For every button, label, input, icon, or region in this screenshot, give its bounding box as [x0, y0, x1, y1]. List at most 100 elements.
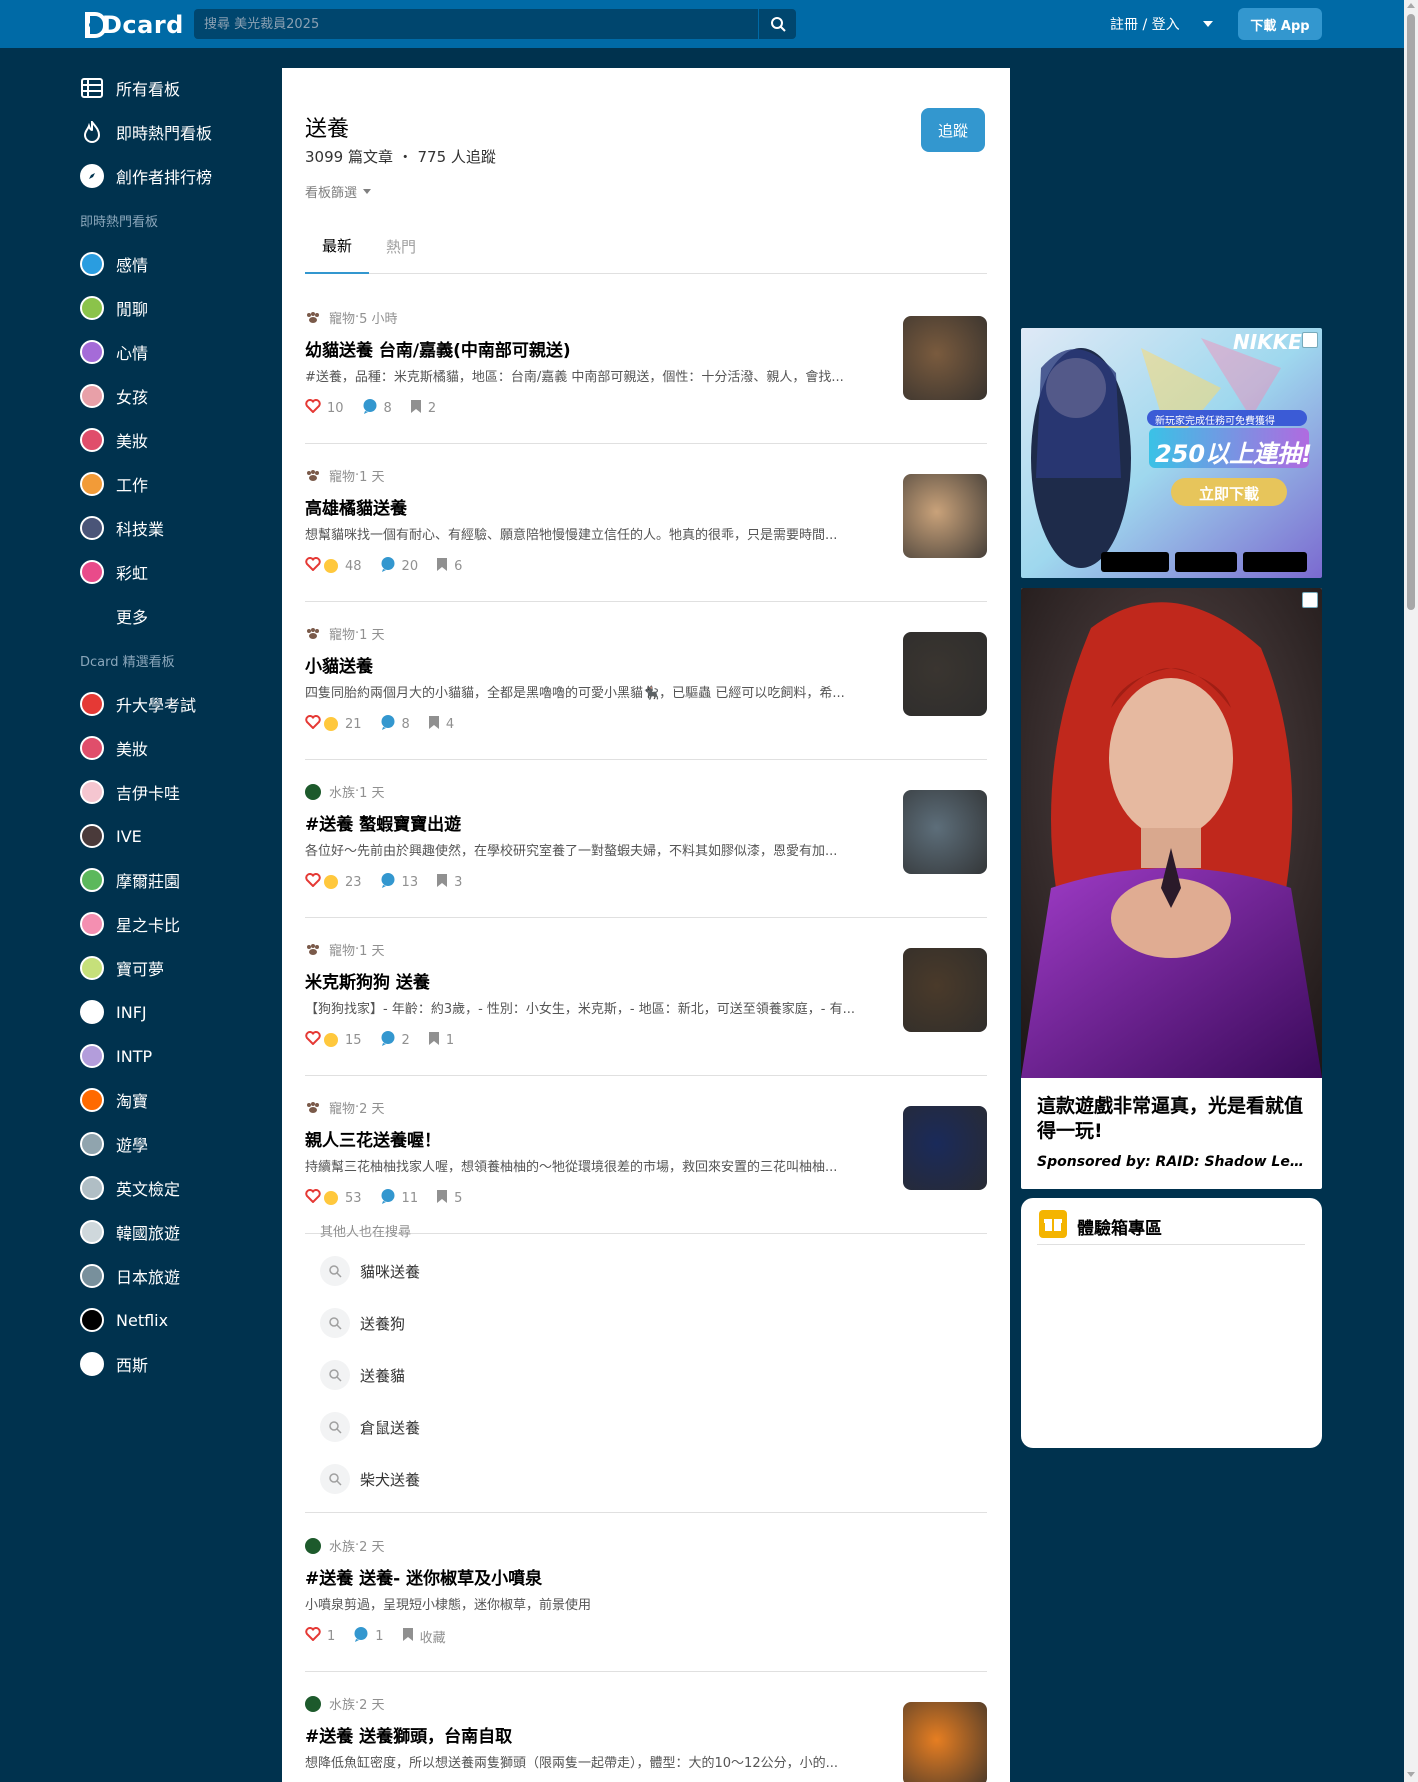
- bookmark-count[interactable]: 6: [436, 557, 462, 576]
- post-title[interactable]: 親人三花送養喔！: [305, 1126, 441, 1151]
- post-card[interactable]: 寵物 · 5 小時 幼貓送養 台南/嘉義(中南部可親送) #送養，品種：米克斯橘貓，…: [305, 286, 987, 444]
- search-input[interactable]: [194, 9, 758, 39]
- like-count[interactable]: 23: [305, 873, 362, 891]
- bookmark-count[interactable]: 1: [428, 1031, 454, 1050]
- comment-count[interactable]: 13: [380, 872, 418, 892]
- sidebar-more-link[interactable]: 更多: [80, 594, 280, 638]
- sidebar-item-makeup-forum[interactable]: 美妝: [80, 726, 280, 770]
- sidebar-item-girl-forum[interactable]: 女孩: [80, 374, 280, 418]
- sidebar-item-all-boards[interactable]: 所有看板: [80, 66, 280, 110]
- sidebar-item-chat-forum[interactable]: 閒聊: [80, 286, 280, 330]
- sidebar-item-korea-forum[interactable]: 韓國旅遊: [80, 1210, 280, 1254]
- sidebar-item-makeup-forum[interactable]: 美妝: [80, 418, 280, 462]
- sidebar-item-chiikawa-forum[interactable]: 吉伊卡哇: [80, 770, 280, 814]
- bookmark-count[interactable]: 收藏: [402, 1627, 446, 1646]
- chevron-down-icon[interactable]: [1203, 21, 1213, 27]
- sidebar-item-intp-forum[interactable]: INTP: [80, 1034, 280, 1078]
- tab-popular[interactable]: 熱門: [369, 218, 433, 274]
- raid-ad-card[interactable]: 這款遊戲非常逼真，光是看就值得一玩! Sponsored by: RAID: S…: [1021, 588, 1322, 1189]
- post-card[interactable]: 水族 · 2 天 #送養 送養獅頭，台南自取 想降低魚缸密度，所以想送養兩隻獅頭（限…: [305, 1672, 987, 1782]
- tab-latest[interactable]: 最新: [305, 218, 369, 274]
- related-search-item[interactable]: 送養貓: [320, 1357, 405, 1393]
- like-count[interactable]: 21: [305, 715, 362, 733]
- related-search-item[interactable]: 送養狗: [320, 1305, 405, 1341]
- post-title[interactable]: #送養 螯蝦寶寶出遊: [305, 810, 461, 835]
- related-search-item[interactable]: 柴犬送養: [320, 1461, 420, 1497]
- post-thumbnail[interactable]: [903, 948, 987, 1032]
- sidebar-item-work-forum[interactable]: 工作: [80, 462, 280, 506]
- like-count[interactable]: 1: [305, 1627, 335, 1645]
- forum-filter[interactable]: 看板篩選: [305, 182, 372, 201]
- comment-count[interactable]: 2: [380, 1030, 410, 1050]
- sidebar-item-taobao-forum[interactable]: 淘寶: [80, 1078, 280, 1122]
- sidebar-item-exam-forum[interactable]: 升大學考試: [80, 682, 280, 726]
- post-thumbnail[interactable]: [903, 316, 987, 400]
- nikke-ad-banner[interactable]: NIKKE 新玩家完成任務可免費獲得 250以上連抽! 立即下載: [1021, 328, 1322, 578]
- post-card[interactable]: 水族 · 2 天 #送養 送養- 迷你椒草及小噴泉 小噴泉剪過，呈現短小棣態，迷你椒…: [305, 1514, 987, 1672]
- logo-text: Dcard: [102, 11, 184, 39]
- scroll-thumb[interactable]: [1407, 14, 1415, 610]
- post-card[interactable]: 寵物 · 1 天米克斯狗狗 送養 【狗狗找家】- 年齡：約3歲，- 性別：小女生，…: [305, 918, 987, 1076]
- comment-count[interactable]: 20: [380, 556, 418, 576]
- adchoices-icon[interactable]: [1302, 332, 1318, 348]
- page-scrollbar[interactable]: [1404, 0, 1418, 1782]
- sidebar-item-japan-forum[interactable]: 日本旅遊: [80, 1254, 280, 1298]
- comment-count[interactable]: 11: [380, 1188, 418, 1208]
- post-thumbnail[interactable]: [903, 1106, 987, 1190]
- sidebar-item-tech-forum[interactable]: 科技業: [80, 506, 280, 550]
- follow-button[interactable]: 追蹤: [921, 108, 985, 152]
- sidebar-item-ive-forum[interactable]: IVE: [80, 814, 280, 858]
- like-count[interactable]: 53: [305, 1189, 362, 1207]
- sidebar-item-creator-ranking[interactable]: 創作者排行榜: [80, 154, 280, 198]
- post-thumbnail[interactable]: [903, 632, 987, 716]
- post-card[interactable]: 寵物 · 1 天高雄橘貓送養 想幫貓咪找一個有耐心、有經驗、願意陪牠慢慢建立信任的…: [305, 444, 987, 602]
- related-search-item[interactable]: 貓咪送養: [320, 1253, 420, 1289]
- sidebar-item-english-forum[interactable]: 英文檢定: [80, 1166, 280, 1210]
- post-card[interactable]: 水族 · 1 天 #送養 螯蝦寶寶出遊 各位好～先前由於興趣使然，在學校研究室養了一…: [305, 760, 987, 918]
- sidebar-item-mole-forum[interactable]: 摩爾莊園: [80, 858, 280, 902]
- aquarium-avatar: [305, 783, 321, 800]
- post-title[interactable]: 高雄橘貓送養: [305, 494, 407, 519]
- search-button[interactable]: [758, 9, 796, 39]
- sidebar-item-netflix-forum[interactable]: Netflix: [80, 1298, 280, 1342]
- scroll-up-icon[interactable]: [1407, 3, 1415, 8]
- post-title[interactable]: 幼貓送養 台南/嘉義(中南部可親送): [305, 336, 571, 361]
- post-thumbnail[interactable]: [903, 1702, 987, 1782]
- login-link[interactable]: 註冊 / 登入: [1110, 14, 1180, 34]
- bookmark-count[interactable]: 2: [410, 399, 436, 418]
- post-thumbnail[interactable]: [903, 790, 987, 874]
- post-title[interactable]: #送養 送養- 迷你椒草及小噴泉: [305, 1564, 542, 1589]
- sidebar-item-kirby-forum[interactable]: 星之卡比: [80, 902, 280, 946]
- post-title[interactable]: 小貓送養: [305, 652, 373, 677]
- dcard-logo[interactable]: Dcard: [85, 10, 184, 40]
- sidebar-item-infj-forum[interactable]: INFJ: [80, 990, 280, 1034]
- sidebar-item-adult-forum[interactable]: 西斯: [80, 1342, 280, 1386]
- related-search-item[interactable]: 倉鼠送養: [320, 1409, 420, 1445]
- post-card[interactable]: 寵物 · 1 天小貓送養 四隻同胎約兩個月大的小貓貓，全都是黑嚕嚕的可愛小黑貓🐈‍…: [305, 602, 987, 760]
- bookmark-count[interactable]: 5: [436, 1189, 462, 1208]
- like-count[interactable]: 15: [305, 1031, 362, 1049]
- post-card[interactable]: 寵物 · 2 天親人三花送養喔！ 持續幫三花柚柚找家人喔，想領養柚柚的～牠從環境很…: [305, 1076, 987, 1234]
- adchoices-icon[interactable]: [1302, 592, 1318, 608]
- like-count[interactable]: 10: [305, 399, 344, 417]
- comment-count[interactable]: 1: [353, 1626, 384, 1646]
- post-thumbnail[interactable]: [903, 474, 987, 558]
- scroll-down-icon[interactable]: [1407, 1772, 1415, 1777]
- sidebar-item-pokemon-forum[interactable]: 寶可夢: [80, 946, 280, 990]
- post-time: 1 天: [359, 470, 385, 485]
- comment-count[interactable]: 8: [362, 398, 392, 418]
- like-count[interactable]: 48: [305, 557, 362, 575]
- sidebar-item-heart-forum[interactable]: 感情: [80, 242, 280, 286]
- bookmark-count[interactable]: 4: [428, 715, 454, 734]
- download-app-button[interactable]: 下載 App: [1238, 8, 1322, 40]
- bookmark-count[interactable]: 3: [436, 873, 462, 892]
- sidebar-item-study-abroad-forum[interactable]: 遊學: [80, 1122, 280, 1166]
- post-title[interactable]: 米克斯狗狗 送養: [305, 968, 430, 993]
- related-search-label: 柴犬送養: [360, 1470, 421, 1489]
- nikke-cta[interactable]: 立即下載: [1199, 483, 1259, 504]
- post-title[interactable]: #送養 送養獅頭，台南自取: [305, 1722, 512, 1747]
- comment-count[interactable]: 8: [380, 714, 410, 734]
- sidebar-item-mood-forum[interactable]: 心情: [80, 330, 280, 374]
- sidebar-item-hot-boards[interactable]: 即時熱門看板: [80, 110, 280, 154]
- sidebar-item-rainbow-forum[interactable]: 彩虹: [80, 550, 280, 594]
